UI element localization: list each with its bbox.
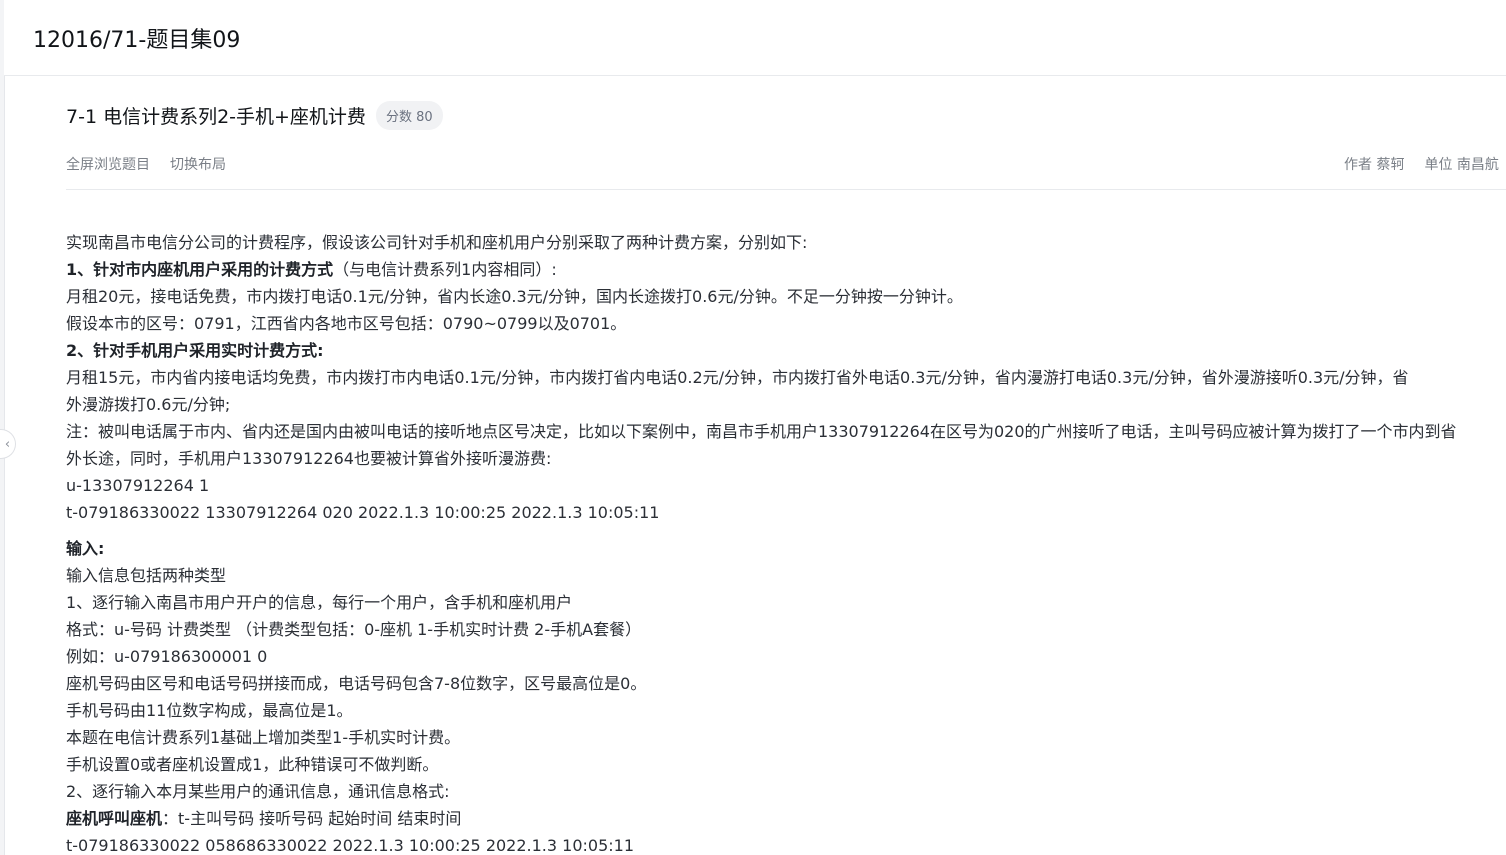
section-landline: 1、针对市内座机用户采用的计费方式（与电信计费系列1内容相同）:: [66, 256, 1506, 283]
problem-panel: 7-1 电信计费系列2-手机+座机计费 分数 80 全屏浏览题目 切换布局 作者…: [66, 76, 1506, 855]
note-line-1: 注：被叫电话属于市内、省内还是国内由被叫电话的接听地点区号决定，比如以下案例中，…: [66, 422, 1457, 441]
author-label: 作者 蔡轲: [1344, 157, 1405, 173]
call-format-heading: 座机呼叫座机: [66, 809, 163, 828]
input-line-9: 2、逐行输入本月某些用户的通讯信息，通讯信息格式:: [66, 782, 450, 801]
fullscreen-button[interactable]: 全屏浏览题目: [66, 154, 150, 174]
problem-set-header: 12016/71-题目集09: [4, 0, 1506, 76]
landline-rates: 月租20元，接电话免费，市内拨打电话0.1元/分钟，省内长途0.3元/分钟，国内…: [66, 287, 963, 306]
input-heading: 输入:: [66, 535, 1506, 562]
input-line-6: 手机号码由11位数字构成，最高位是1。: [66, 701, 353, 720]
input-heading-text: 输入:: [66, 539, 105, 558]
chevron-left-icon[interactable]: ‹: [0, 429, 16, 459]
call-example: t-079186330022 058686330022 2022.1.3 10:…: [66, 836, 635, 855]
input-line-3: 格式：u-号码 计费类型 （计费类型包括：0-座机 1-手机实时计费 2-手机A…: [66, 620, 642, 639]
intro-text: 实现南昌市电信分公司的计费程序，假设该公司针对手机和座机用户分别采取了两种计费方…: [66, 233, 808, 252]
call-format-text: ：t-主叫号码 接听号码 起始时间 结束时间: [162, 809, 462, 828]
area-codes: 假设本市的区号：0791，江西省内各地市区号包括：0790~0799以及0701…: [66, 314, 627, 333]
mobile-rates-line-1: 月租15元，市内省内接电话均免费，市内拨打市内电话0.1元/分钟，市内拨打省内电…: [66, 368, 1409, 387]
problem-title: 7-1 电信计费系列2-手机+座机计费: [66, 106, 366, 128]
section-landline-note: （与电信计费系列1内容相同）:: [333, 260, 557, 279]
input-line-7: 本题在电信计费系列1基础上增加类型1-手机实时计费。: [66, 728, 461, 747]
input-line-1: 输入信息包括两种类型: [66, 566, 227, 585]
score-badge: 分数 80: [375, 101, 443, 130]
problem-description: 实现南昌市电信分公司的计费程序，假设该公司针对手机和座机用户分别采取了两种计费方…: [66, 229, 1506, 855]
section-mobile-heading: 2、针对手机用户采用实时计费方式:: [66, 341, 324, 360]
mobile-rates-line-2: 外漫游拨打0.6元/分钟;: [66, 395, 231, 414]
section-landline-heading: 1、针对市内座机用户采用的计费方式: [66, 260, 334, 279]
header-divider: [66, 189, 1506, 190]
example-call-record: t-079186330022 13307912264 020 2022.1.3 …: [66, 503, 660, 522]
problem-set-title: 12016/71-题目集09: [33, 28, 241, 53]
problem-actions: 全屏浏览题目 切换布局: [66, 154, 226, 174]
left-sidebar-edge: [0, 0, 5, 855]
problem-title-row: 7-1 电信计费系列2-手机+座机计费 分数 80: [66, 101, 443, 130]
switch-layout-button[interactable]: 切换布局: [170, 154, 226, 174]
input-line-4: 例如：u-079186300001 0: [66, 647, 268, 666]
problem-meta: 作者 蔡轲 单位 南昌航: [1344, 154, 1499, 174]
input-line-2: 1、逐行输入南昌市用户开户的信息，每行一个用户，含手机和座机用户: [66, 593, 573, 612]
unit-label: 单位 南昌航: [1424, 157, 1499, 173]
example-user-record: u-13307912264 1: [66, 476, 210, 495]
input-line-8: 手机设置0或者座机设置成1，此种错误可不做判断。: [66, 755, 439, 774]
input-line-5: 座机号码由区号和电话号码拼接而成，电话号码包含7-8位数字，区号最高位是0。: [66, 674, 647, 693]
note-line-2: 外长途，同时，手机用户13307912264也要被计算省外接听漫游费:: [66, 449, 552, 468]
call-format: 座机呼叫座机：t-主叫号码 接听号码 起始时间 结束时间: [66, 805, 1506, 832]
section-mobile: 2、针对手机用户采用实时计费方式:: [66, 337, 1506, 364]
